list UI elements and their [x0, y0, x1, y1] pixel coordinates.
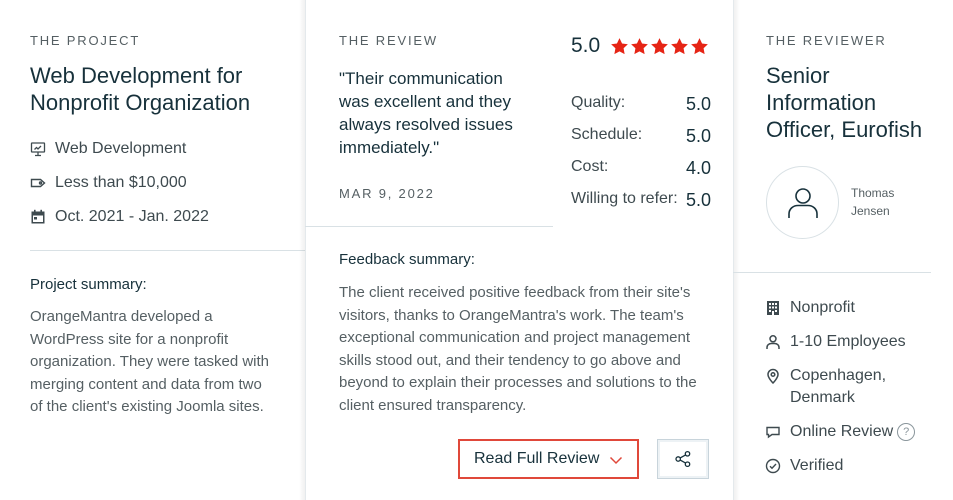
project-title: Web Development for Nonprofit Organizati… [30, 62, 250, 116]
project-title-line: Web Development for [30, 63, 243, 88]
help-icon[interactable]: ? [897, 423, 916, 441]
read-full-review-label: Read Full Review [474, 450, 600, 467]
rating-schedule: Schedule: 5.0 [571, 126, 711, 147]
quote-line: always resolved issues [339, 115, 513, 134]
reviewer-title-line: Information [766, 90, 877, 115]
project-summary-text: OrangeMantra developed a WordPress site … [30, 306, 300, 419]
reviewer-name-line: Thomas [851, 186, 895, 200]
calendar-icon [31, 209, 45, 224]
star-icon [650, 37, 669, 56]
share-button[interactable] [657, 439, 709, 479]
location-line: Denmark [790, 389, 855, 406]
reviewer-title: Senior Information Officer, Eurofish [766, 62, 951, 143]
star-icon [630, 37, 649, 56]
rating-quality: Quality: 5.0 [571, 94, 711, 115]
share-icon [675, 450, 691, 468]
rating-value: 5.0 [685, 126, 711, 146]
star-rating [610, 37, 710, 56]
reviewer-industry: Nonprofit [765, 297, 855, 319]
quote-line: immediately." [339, 138, 440, 157]
reviewer-eyebrow: THE REVIEWER [766, 33, 887, 48]
avatar [766, 166, 839, 239]
project-dates-text: Oct. 2021 - Jan. 2022 [55, 208, 209, 225]
summary-line: organization. They were tasked with [30, 353, 270, 370]
read-full-review-button[interactable]: Read Full Review [458, 439, 639, 479]
review-column: THE REVIEW "Their communication was exce… [305, 0, 733, 500]
reviewer-review-source: Online Review ? [765, 421, 916, 443]
feedback-line: exceptional communication and project ma… [339, 329, 691, 346]
project-summary-label: Project summary: [30, 276, 147, 293]
quote-line: was excellent and they [339, 92, 511, 111]
summary-line: WordPress site for a nonprofit [30, 330, 229, 348]
rating-value: 5.0 [685, 94, 711, 114]
project-budget: Less than $10,000 [30, 174, 187, 192]
location-pin-icon [767, 368, 779, 384]
price-tag-icon [30, 178, 46, 188]
summary-line: merging content and data from two [30, 375, 262, 393]
star-icon [610, 37, 629, 56]
reviewer-review-source-text: Online Review [790, 423, 894, 440]
review-quote: "Their communication was excellent and t… [339, 67, 539, 159]
reviewer-location: Copenhagen, Denmark [765, 365, 886, 409]
monitor-icon [30, 142, 46, 157]
location-line: Copenhagen, [790, 367, 887, 384]
project-dates: Oct. 2021 - Jan. 2022 [30, 208, 209, 226]
reviewer-verified-text: Verified [790, 457, 844, 474]
rating-willing-to-refer: Willing to refer: 5.0 [571, 190, 711, 211]
quote-line: "Their communication [339, 69, 503, 88]
reviewer-title-line: Officer, Eurofish [766, 117, 923, 142]
star-icon [690, 37, 709, 56]
reviewer-title-line: Senior [766, 63, 830, 88]
project-column: THE PROJECT Web Development for Nonprofi… [0, 0, 305, 500]
rating-value: 5.0 [685, 190, 711, 210]
rating-cost: Cost: 4.0 [571, 158, 711, 179]
feedback-summary-label: Feedback summary: [339, 251, 475, 268]
chat-bubble-icon [766, 426, 780, 439]
rating-label: Cost: [571, 158, 609, 175]
divider [305, 226, 553, 227]
project-service-text: Web Development [55, 140, 187, 157]
reviewer-name: Thomas Jensen [851, 184, 931, 220]
reviewer-industry-text: Nonprofit [790, 299, 855, 316]
reviewer-column: THE REVIEWER Senior Information Officer,… [733, 0, 953, 500]
overall-rating: 5.0 [571, 34, 710, 58]
reviewer-company-size-text: 1-10 Employees [790, 333, 906, 350]
divider [30, 250, 305, 251]
check-circle-icon [765, 458, 781, 474]
building-icon [767, 301, 779, 315]
feedback-line: skills stood out, and their tendency to … [339, 351, 681, 369]
rating-label: Quality: [571, 94, 626, 111]
feedback-line: visitors, thanks to OrangeMantra's work.… [339, 306, 684, 324]
rating-value: 4.0 [685, 158, 711, 178]
overall-rating-value: 5.0 [571, 34, 601, 57]
project-service: Web Development [30, 140, 186, 158]
summary-line: OrangeMantra developed a [30, 308, 213, 325]
feedback-line: The client received positive feedback fr… [339, 284, 691, 301]
reviewer-name-line: Jensen [851, 204, 890, 218]
review-date: MAR 9, 2022 [339, 186, 435, 201]
star-icon [670, 37, 689, 56]
rating-label: Schedule: [571, 126, 643, 143]
review-eyebrow: THE REVIEW [339, 33, 438, 48]
feedback-line: beyond to explain their processes and so… [339, 374, 697, 391]
user-icon [787, 187, 818, 218]
project-title-line: Nonprofit Organization [30, 90, 251, 115]
rating-label: Willing to refer: [571, 190, 678, 207]
summary-line: of the client's existing Joomla sites. [30, 398, 264, 415]
reviewer-company-size: 1-10 Employees [765, 331, 906, 353]
reviewer-verified: Verified [765, 455, 843, 477]
person-icon [766, 335, 780, 349]
chevron-down-icon [609, 456, 623, 465]
divider [733, 272, 931, 273]
reviewer-location-text: Copenhagen, Denmark [790, 365, 886, 409]
feedback-summary-text: The client received positive feedback fr… [339, 282, 724, 417]
project-eyebrow: THE PROJECT [30, 33, 141, 48]
project-budget-text: Less than $10,000 [55, 174, 187, 191]
feedback-line: client ensured transparency. [339, 396, 527, 414]
